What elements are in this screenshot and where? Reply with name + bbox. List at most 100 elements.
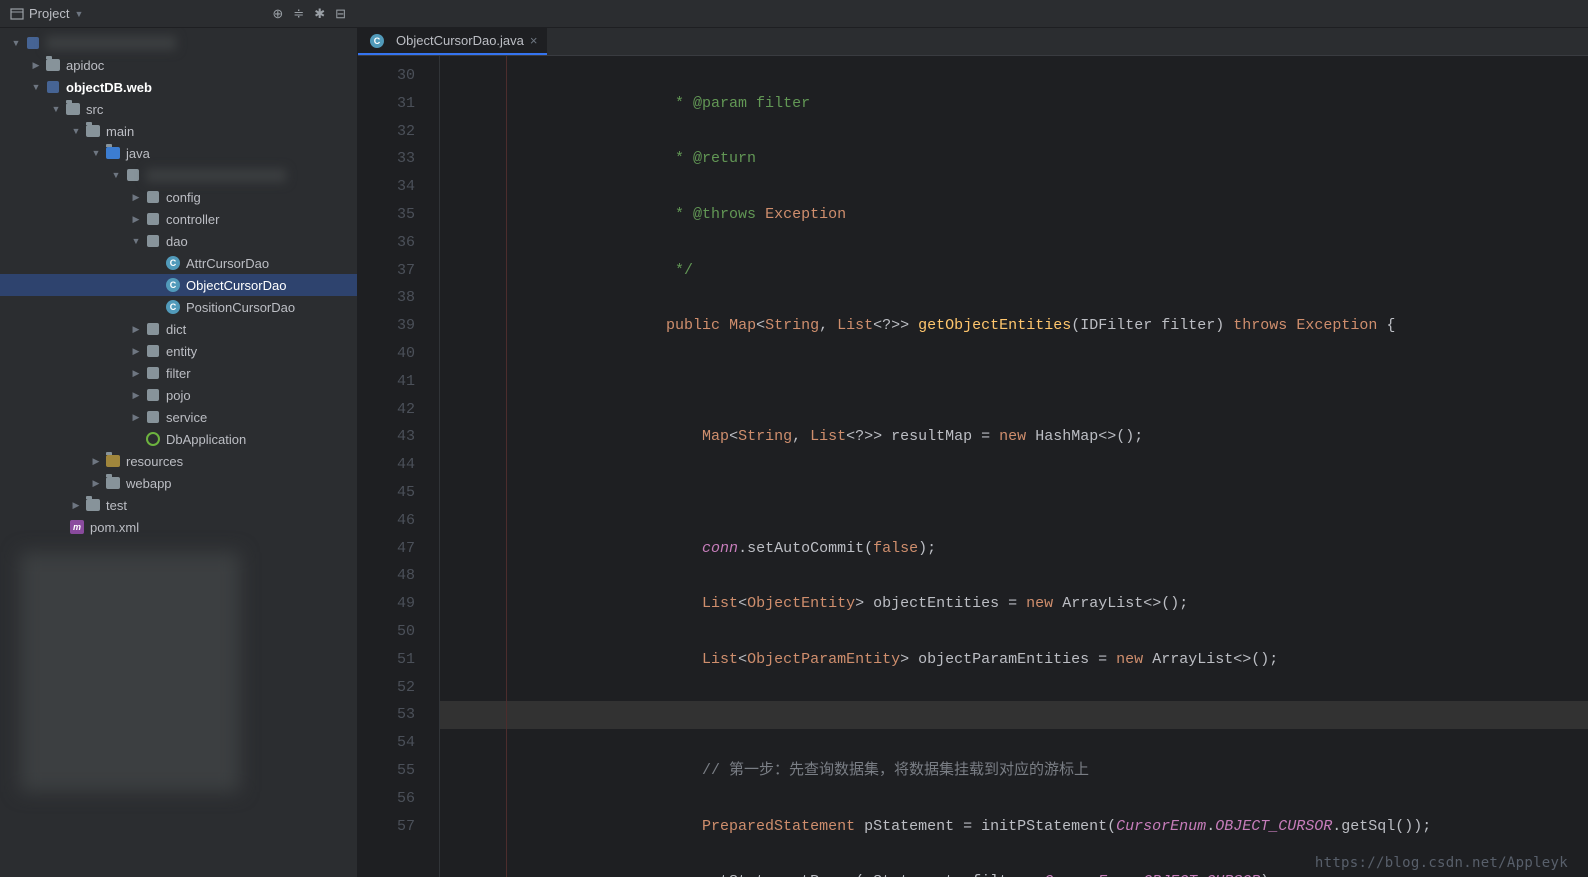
tree-pojo[interactable]: ▶ pojo [0,384,357,406]
expand-arrow-icon[interactable]: ▶ [128,192,144,203]
module-icon [44,81,62,93]
folder-icon [64,103,82,115]
tree-dict[interactable]: ▶ dict [0,318,357,340]
tree-pom[interactable]: m pom.xml [0,516,357,538]
line-number: 31 [358,90,415,118]
editor-tab-active[interactable]: C ObjectCursorDao.java × [358,28,547,55]
tree-label: objectDB.web [66,80,152,95]
maven-icon: m [68,520,86,534]
code-area[interactable]: 3031323334353637383940414243444546474849… [358,56,1588,877]
line-number: 35 [358,201,415,229]
tree-label: pom.xml [90,520,139,535]
tree-entity[interactable]: ▶ entity [0,340,357,362]
expand-arrow-icon[interactable]: ▶ [128,390,144,401]
tree-java[interactable]: ▼ java [0,142,357,164]
expand-arrow-icon[interactable]: ▼ [48,104,64,114]
expand-arrow-icon[interactable]: ▼ [68,126,84,136]
expand-arrow-icon[interactable]: ▶ [128,346,144,357]
tree-service[interactable]: ▶ service [0,406,357,428]
line-number: 49 [358,590,415,618]
expand-arrow-icon[interactable]: ▶ [28,60,44,71]
package-icon [124,169,142,181]
package-icon [144,213,162,225]
main-area: ▼ ▶ apidoc ▼ objectDB.web ▼ src ▼ main ▼ [0,28,1588,877]
tree-label: AttrCursorDao [186,256,269,271]
line-number: 46 [358,507,415,535]
tree-objectdb-web[interactable]: ▼ objectDB.web [0,76,357,98]
chevron-down-icon: ▼ [74,9,83,19]
line-number: 33 [358,145,415,173]
tree-label: resources [126,454,183,469]
expand-arrow-icon[interactable]: ▶ [68,500,84,511]
project-label-text: Project [29,6,69,21]
tree-root[interactable]: ▼ [0,32,357,54]
class-icon: C [164,256,182,270]
expand-arrow-icon[interactable]: ▼ [108,170,124,180]
line-number: 42 [358,396,415,424]
tree-filter[interactable]: ▶ filter [0,362,357,384]
tree-package[interactable]: ▼ [0,164,357,186]
code-line: */ [440,257,1588,285]
tree-test[interactable]: ▶ test [0,494,357,516]
line-number: 54 [358,729,415,757]
tab-label: ObjectCursorDao.java [396,33,524,48]
line-number: 32 [358,118,415,146]
tree-resources[interactable]: ▶ resources [0,450,357,472]
code-line [440,368,1588,396]
tree-objectcursordao[interactable]: C ObjectCursorDao [0,274,357,296]
expand-arrow-icon[interactable]: ▼ [8,38,24,48]
line-number: 34 [358,173,415,201]
folder-icon [84,499,102,511]
tree-attrcursordao[interactable]: C AttrCursorDao [0,252,357,274]
code-line: conn.setAutoCommit(false); [440,535,1588,563]
source-folder-icon [104,147,122,159]
tree-label: main [106,124,134,139]
code-line: * @throws Exception [440,201,1588,229]
tree-dao[interactable]: ▼ dao [0,230,357,252]
line-number-gutter: 3031323334353637383940414243444546474849… [358,56,440,877]
tree-label: dict [166,322,186,337]
expand-arrow-icon[interactable]: ▶ [88,478,104,489]
hide-icon[interactable]: ⊟ [335,6,346,22]
line-number: 51 [358,646,415,674]
tree-label: test [106,498,127,513]
code-editor[interactable]: * @param filter * @return * @throws Exce… [440,56,1588,877]
expand-arrow-icon[interactable]: ▶ [128,412,144,423]
project-tree[interactable]: ▼ ▶ apidoc ▼ objectDB.web ▼ src ▼ main ▼ [0,28,358,877]
line-number: 36 [358,229,415,257]
tree-label: ObjectCursorDao [186,278,286,293]
collapse-icon[interactable]: ≑ [293,6,304,22]
target-icon[interactable]: ⊕ [272,6,283,22]
expand-arrow-icon[interactable]: ▶ [88,456,104,467]
expand-arrow-icon[interactable]: ▶ [128,368,144,379]
line-number: 55 [358,757,415,785]
project-tool-window-label[interactable]: Project ▼ [0,6,93,21]
tree-controller[interactable]: ▶ controller [0,208,357,230]
tree-label: filter [166,366,191,381]
watermark-text: https://blog.csdn.net/Appleyk [1315,855,1568,871]
tree-label: controller [166,212,219,227]
expand-arrow-icon[interactable]: ▶ [128,324,144,335]
tree-apidoc[interactable]: ▶ apidoc [0,54,357,76]
expand-arrow-icon[interactable]: ▼ [88,148,104,158]
expand-arrow-icon[interactable]: ▼ [28,82,44,92]
gear-icon[interactable]: ✱ [314,6,325,22]
folder-icon [104,477,122,489]
package-icon [144,411,162,423]
tree-main[interactable]: ▼ main [0,120,357,142]
package-icon [144,389,162,401]
tree-dbapplication[interactable]: DbApplication [0,428,357,450]
project-icon [10,7,24,21]
tree-config[interactable]: ▶ config [0,186,357,208]
expand-arrow-icon[interactable]: ▶ [128,214,144,225]
expand-arrow-icon[interactable]: ▼ [128,236,144,246]
folder-icon [84,125,102,137]
line-number: 43 [358,423,415,451]
code-line: List<ObjectParamEntity> objectParamEntit… [440,646,1588,674]
tree-positioncursordao[interactable]: C PositionCursorDao [0,296,357,318]
tree-webapp[interactable]: ▶ webapp [0,472,357,494]
close-icon[interactable]: × [530,33,538,48]
tree-src[interactable]: ▼ src [0,98,357,120]
code-line: * @return [440,145,1588,173]
code-line [440,479,1588,507]
